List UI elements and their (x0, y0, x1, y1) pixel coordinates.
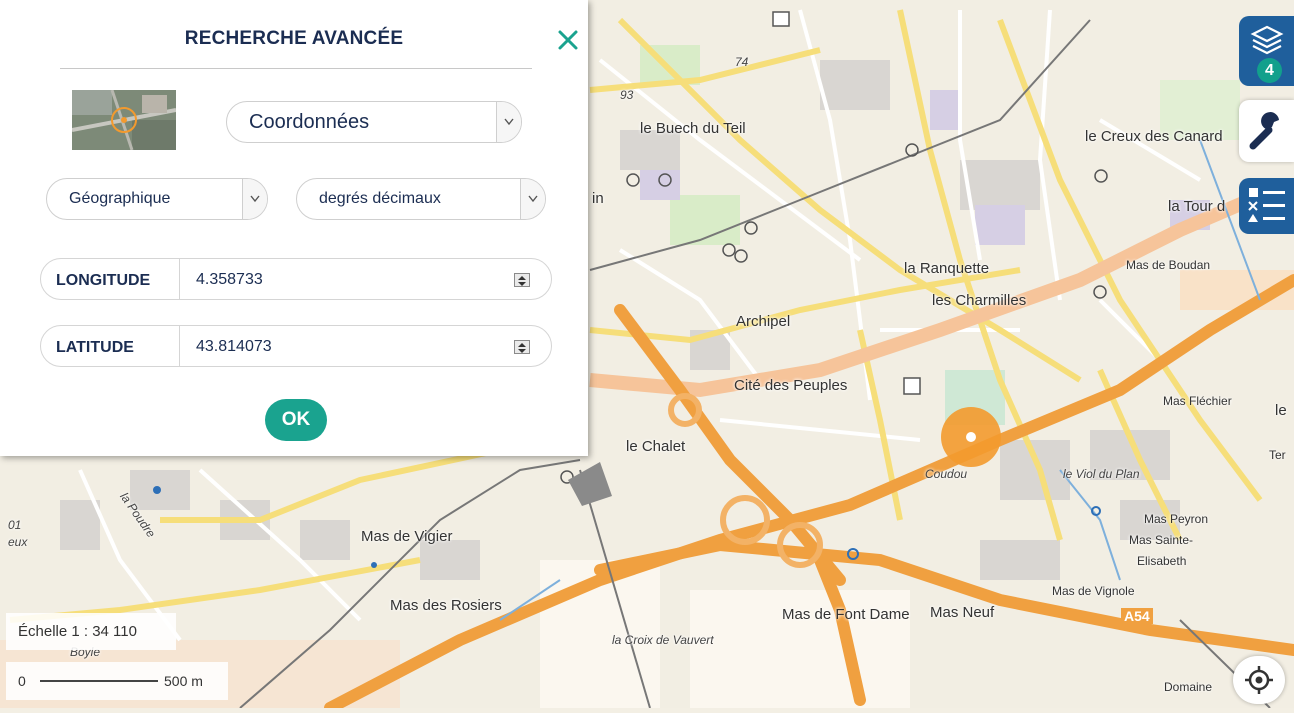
map-label: la Croix de Vauvert (612, 633, 714, 647)
map-label: la Ranquette (904, 260, 990, 277)
search-type-select[interactable]: Coordonnées (226, 101, 522, 143)
chevron-down-icon[interactable] (520, 179, 545, 219)
map-label: Mas Peyron (1144, 512, 1209, 526)
search-type-value: Coordonnées (249, 111, 370, 133)
map-label: 01 (8, 518, 22, 532)
coordinate-format-value: degrés décimaux (319, 190, 441, 207)
title-divider (60, 68, 532, 69)
map-label: Mas des Rosiers (390, 597, 502, 614)
map-label: eux (8, 535, 28, 549)
legend-list-icon (1248, 188, 1285, 222)
map-label: Mas Sainte- (1129, 533, 1194, 547)
map-label: in (592, 190, 604, 207)
aerial-thumbnail[interactable] (72, 90, 176, 150)
number-spinner-icon[interactable] (514, 273, 530, 287)
highway-shield: A54 (1121, 608, 1153, 624)
map-label: Mas Fléchier (1163, 394, 1232, 408)
map-label: le Chalet (626, 438, 686, 455)
map-label: Archipel (736, 313, 791, 330)
coordinate-system-select[interactable]: Géographique (46, 178, 268, 220)
map-label: le Viol du Plan (1063, 467, 1140, 481)
latitude-row: LATITUDE (40, 325, 552, 368)
map-label: Mas de Boudan (1126, 258, 1211, 272)
scale-line (40, 680, 158, 682)
ok-button[interactable]: OK (265, 399, 327, 441)
map-label: 93 (620, 88, 634, 102)
close-icon[interactable] (554, 26, 582, 54)
map-label: Mas de Vigier (361, 528, 453, 545)
scale-ratio-box: Échelle 1 : 34 110 (6, 613, 176, 650)
locate-crosshair-icon (1245, 666, 1273, 694)
number-spinner-icon[interactable] (514, 340, 530, 354)
latitude-input[interactable] (196, 326, 496, 368)
layers-count-badge: 4 (1257, 58, 1282, 83)
advanced-search-panel: RECHERCHE AVANCÉE Coordonnées Géographiq… (0, 0, 588, 456)
scale-bar: 0 500 m (6, 662, 228, 700)
wrench-icon (1249, 112, 1279, 150)
longitude-input[interactable] (196, 259, 496, 301)
scale-zero-label: 0 (18, 673, 26, 689)
map-label: le Buech du Teil (640, 120, 746, 137)
map-label: Cité des Peuples (734, 377, 848, 394)
panel-title: RECHERCHE AVANCÉE (184, 28, 404, 49)
map-label: Elisabeth (1137, 554, 1187, 568)
longitude-label: LONGITUDE (56, 272, 151, 289)
map-label: Coudou (925, 467, 968, 481)
map-label: Domaine (1164, 680, 1213, 694)
locate-button[interactable] (1233, 656, 1285, 704)
legend-button[interactable] (1239, 178, 1294, 234)
tools-button[interactable] (1239, 100, 1294, 162)
map-label: Ter (1269, 448, 1286, 462)
map-label: Mas de Font Dame (782, 606, 910, 623)
map-label: 74 (735, 55, 749, 69)
scale-distance-label: 500 m (164, 673, 203, 689)
map-label: Mas de Vignole (1052, 584, 1135, 598)
map-label: les Charmilles (932, 292, 1027, 309)
map-label: la Tour d (1168, 198, 1226, 215)
chevron-down-icon[interactable] (242, 179, 267, 219)
layers-button[interactable]: 4 (1239, 16, 1294, 86)
map-label: le (1275, 402, 1287, 419)
longitude-row: LONGITUDE (40, 258, 552, 301)
chevron-down-icon[interactable] (496, 102, 521, 142)
coordinate-system-value: Géographique (69, 190, 171, 207)
latitude-label: LATITUDE (56, 339, 134, 356)
layers-icon (1250, 25, 1284, 55)
scale-ratio: Échelle 1 : 34 110 (18, 623, 137, 640)
coordinate-format-select[interactable]: degrés décimaux (296, 178, 546, 220)
map-label: Mas Neuf (930, 604, 995, 621)
map-label: le Creux des Canard (1085, 128, 1223, 145)
